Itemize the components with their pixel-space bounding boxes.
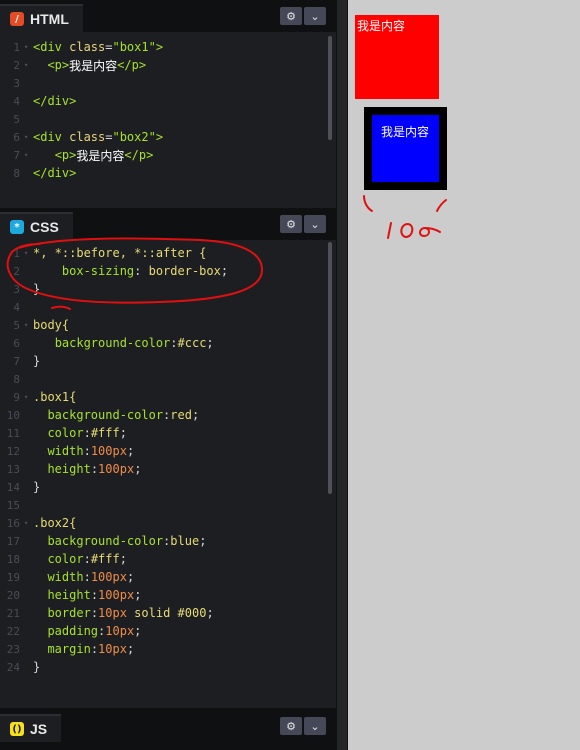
code-line: 20 height:100 px; [6,588,142,602]
code-line: 19 width:100 px; [6,570,135,584]
js-icon: () [10,722,24,736]
code-line: 15 [6,498,20,512]
code-line: 13 height:100 px; [6,462,142,476]
code-line: 16 ▾ .box2{ [6,516,77,530]
gear-icon: ⚙ [286,217,296,231]
gear-icon: ⚙ [286,719,296,733]
code-line: 7} [13,354,41,368]
box2-text: 我是内容 [381,125,430,139]
code-line: 1 ▾ *, *::before, *::after { [13,246,207,260]
css-tab[interactable]: * CSS [0,212,73,240]
code-line: 10 background-color: red; [6,408,200,422]
css-editor[interactable]: 1 ▾ *, *::before, *::after { 2 box-sizing:… [0,240,336,708]
resize-handle[interactable] [336,0,348,750]
css-scrollbar[interactable] [328,242,332,494]
html-icon: / [10,12,24,26]
code-line: 22 padding:10 px; [6,624,142,638]
js-collapse-button[interactable]: ⌄ [304,717,326,735]
code-line: 6 background-color: #ccc; [13,336,214,350]
code-line: 5 ▾ body{ [13,318,70,332]
js-tab-label: JS [30,721,48,737]
code-line: 8 </div> [13,166,77,180]
code-line: 8 [13,372,20,386]
html-tab[interactable]: / HTML [0,4,83,32]
chevron-down-icon: ⌄ [310,217,320,231]
js-settings-button[interactable]: ⚙ [280,717,302,735]
js-tab[interactable]: () JS [0,714,62,742]
code-line: 24} [6,660,41,674]
code-line: 14} [6,480,41,494]
code-line: 21 border:10 px solid #000; [6,606,214,620]
code-line: 3} [13,282,41,296]
css-settings-button[interactable]: ⚙ [280,215,302,233]
css-panel-header: * CSS ⚙ ⌄ [0,208,336,240]
css-tab-label: CSS [30,219,59,235]
code-line: 9 ▾ .box1{ [13,390,77,404]
html-tab-label: HTML [30,11,69,27]
code-line: 23 margin:10 px; [6,642,135,656]
preview-box1: 我是内容 [355,15,439,99]
html-panel-header: / HTML ⚙ ⌄ [0,0,336,32]
css-collapse-button[interactable]: ⌄ [304,215,326,233]
code-line: 3 [13,76,20,90]
code-line: 12 width:100 px; [6,444,135,458]
code-line: 11 color: #fff; [6,426,127,440]
code-line: 7 ▾ <p> 我是内容 </p> [13,148,154,163]
code-line: 2 ▾ <p> 我是内容 </p> [13,58,147,73]
preview-box2: 我是内容 [364,107,447,190]
box1-text: 我是内容 [357,19,406,33]
code-line: 6 ▾ <div class = "box2" > [13,130,164,144]
html-scrollbar[interactable] [328,36,332,140]
html-editor[interactable]: 1 ▾ <div class = "box1" > 2 ▾ <p> 我是内容 </p> 3 4… [0,32,336,208]
js-panel-header: () JS ⚙ ⌄ [0,708,336,750]
code-line: 5 [13,112,20,126]
code-line: 17 background-color: blue; [6,534,207,548]
code-line: 4 [13,300,20,314]
gear-icon: ⚙ [286,9,296,23]
code-line: 18 color: #fff; [6,552,127,566]
box2-content: 我是内容 [372,115,439,182]
code-line: 4 </div> [13,94,77,108]
code-line: 2 box-sizing: border-box; [13,264,229,278]
css-icon: * [10,220,24,234]
editor-column: / HTML ⚙ ⌄ 1 ▾ <div class = "box1" > 2 ▾ <p> 我… [0,0,336,750]
chevron-down-icon: ⌄ [310,719,320,733]
html-settings-button[interactable]: ⚙ [280,7,302,25]
html-collapse-button[interactable]: ⌄ [304,7,326,25]
code-line: 1 ▾ <div class = "box1" > [13,40,164,54]
chevron-down-icon: ⌄ [310,9,320,23]
